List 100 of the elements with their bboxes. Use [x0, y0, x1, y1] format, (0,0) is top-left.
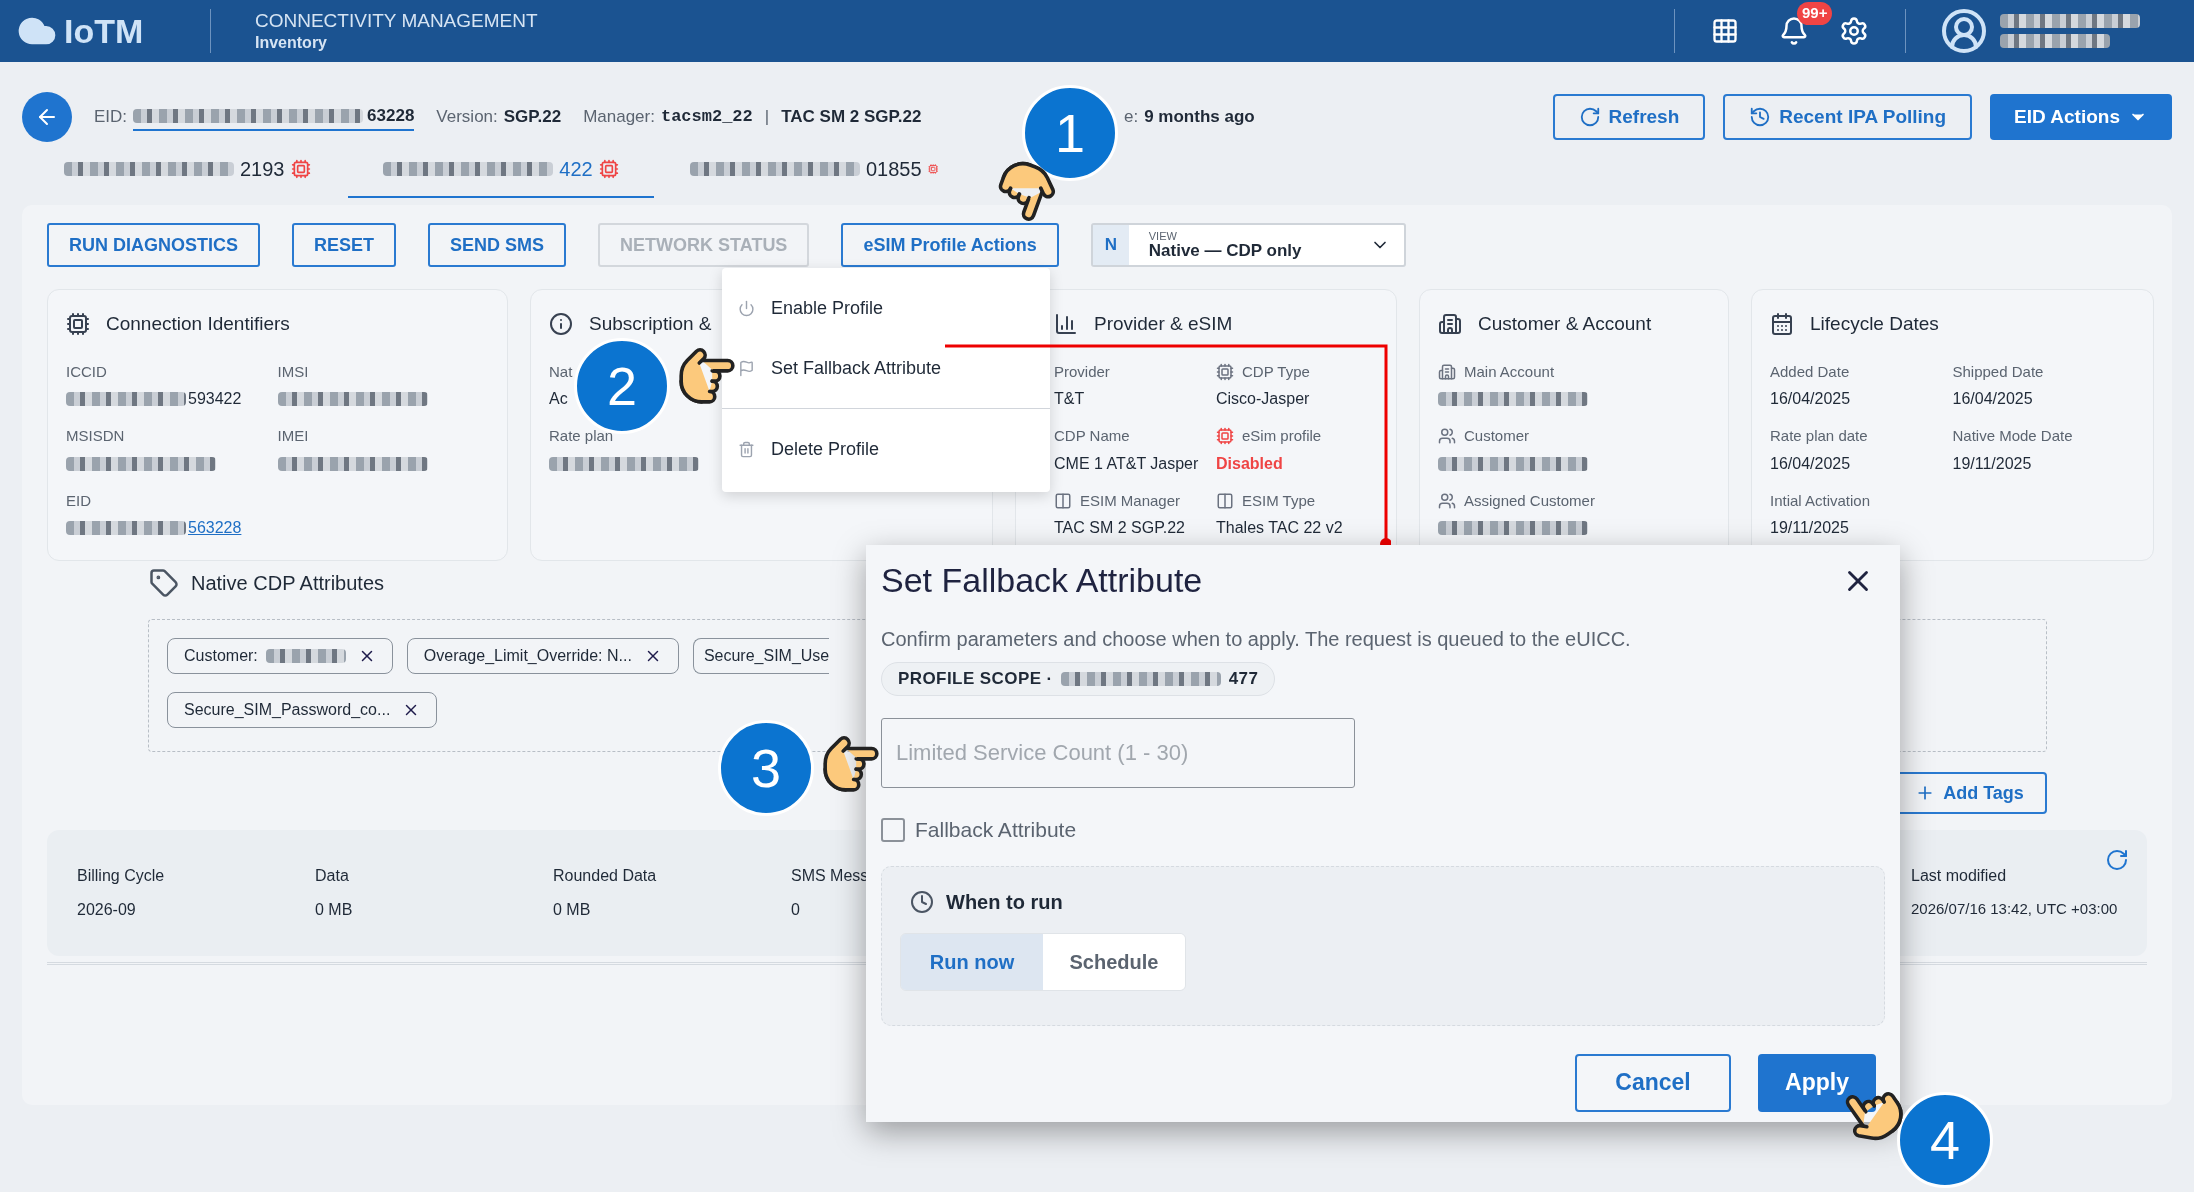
trash-icon — [738, 440, 755, 458]
profile-tab[interactable]: 2193 — [48, 142, 328, 198]
separator: | — [764, 106, 770, 129]
dialog-button[interactable]: Cancel — [1575, 1053, 1731, 1112]
usage-label: Data — [315, 866, 349, 886]
profile-tab[interactable]: 01855 — [674, 142, 954, 198]
refresh-icon[interactable] — [2105, 848, 2129, 872]
step-number-badge: 1 — [1022, 85, 1118, 181]
chip-icon — [1216, 427, 1234, 446]
profile-tab[interactable]: 422 — [348, 142, 654, 198]
chip-icon — [598, 159, 619, 179]
field-label: Shipped Date — [1952, 361, 2044, 382]
history-icon — [1749, 106, 1772, 128]
checkbox-label: Fallback Attribute — [915, 817, 1077, 843]
power-icon — [738, 299, 755, 317]
settings-icon[interactable] — [1839, 16, 1869, 46]
sim-card-icon — [66, 312, 90, 337]
page-title: CONNECTIVITY MANAGEMENT — [255, 9, 538, 33]
clock-icon — [910, 889, 934, 914]
field-value: CME 1 AT&T Jasper — [1054, 453, 1199, 474]
field-label: Native Mode Date — [1952, 426, 2073, 446]
version-value: SGP.22 — [503, 106, 562, 129]
eid-label: EID: — [94, 106, 128, 129]
field-label: Provider — [1054, 361, 1110, 382]
version-label: Version: — [436, 106, 498, 129]
toolbar-button[interactable]: Refresh — [1552, 94, 1706, 140]
field-value: 16/04/2025 — [1952, 389, 2033, 409]
apps-grid-icon[interactable] — [1711, 17, 1739, 45]
manager-value: tacsm2_22 — [660, 106, 753, 129]
section-title: Native CDP Attributes — [191, 571, 385, 596]
field-value: Thales TAC 22 v2 — [1216, 518, 1343, 538]
chip-icon — [290, 159, 311, 179]
usage-label: Last modified — [1911, 866, 2007, 886]
age-label: e: — [1124, 106, 1139, 129]
columns-icon — [1054, 491, 1072, 510]
attribute-tag[interactable]: Overage_Limit_Override: N... — [406, 638, 679, 674]
card-title: Subscription & — [589, 312, 712, 336]
field-value: 19/11/2025 — [1952, 453, 2032, 474]
field-value: 16/04/2025 — [1770, 453, 1851, 474]
profile-scope-chip: PROFILE SCOPE · 477 — [881, 662, 1276, 696]
chip-icon — [1216, 362, 1234, 381]
info-icon — [549, 312, 573, 337]
eid-value: 63228 — [367, 105, 415, 128]
usage-value: 0 MB — [553, 900, 591, 920]
field-label: eSim profile — [1242, 426, 1322, 446]
field-label: CDP Type — [1242, 361, 1310, 382]
field-value: Disabled — [1216, 453, 1283, 474]
section-title: When to run — [946, 889, 1063, 915]
columns-icon — [1216, 491, 1234, 510]
field-value: T&T — [1054, 389, 1085, 409]
field-value: 19/11/2025 — [1770, 518, 1849, 538]
calendar-icon — [1770, 312, 1794, 337]
usage-label: Rounded Data — [553, 866, 657, 886]
field-label: CDP Name — [1054, 426, 1130, 446]
segment-option[interactable]: Run now — [901, 933, 1043, 990]
notification-count: 99+ — [1797, 2, 1833, 25]
field-label: Nat — [549, 361, 573, 382]
card-title: Connection Identifiers — [106, 312, 290, 336]
page-subtitle: Inventory — [255, 32, 328, 53]
eid-link[interactable]: 563228 — [188, 516, 242, 540]
toolbar-button[interactable]: Recent IPA Polling — [1723, 94, 1973, 140]
attribute-tag[interactable]: Secure_SIM_Password_co... — [167, 692, 438, 728]
attribute-tag[interactable]: Customer: — [167, 638, 393, 674]
building-icon — [1438, 362, 1456, 381]
action-button[interactable]: eSIM Profile Actions — [841, 223, 1059, 267]
field-label: MSISDN — [66, 426, 125, 446]
age-value: 9 months ago — [1144, 106, 1255, 129]
limited-service-count-field[interactable]: Limited Service Count (1 - 30) — [881, 718, 1355, 788]
app-name: IoTM — [64, 10, 144, 52]
manager-detail: TAC SM 2 SGP.22 — [781, 106, 922, 129]
user-avatar-icon[interactable] — [1940, 7, 1988, 55]
usage-value: 0 — [791, 900, 800, 920]
view-select[interactable]: N VIEW Native — CDP only — [1090, 223, 1406, 267]
field-label: Customer — [1464, 426, 1530, 446]
action-button[interactable]: RUN DIAGNOSTICS — [47, 223, 260, 267]
flag-icon — [738, 359, 755, 377]
building-icon — [1438, 312, 1462, 337]
manager-label: Manager: — [583, 106, 655, 129]
back-button[interactable] — [22, 92, 72, 142]
checkbox[interactable] — [881, 817, 905, 842]
card-title: Provider & eSIM — [1094, 312, 1233, 336]
tag-icon — [147, 568, 181, 598]
attribute-tag[interactable]: Secure_SIM_Use — [692, 638, 830, 674]
menu-item[interactable]: Delete Profile — [722, 419, 1050, 479]
action-button[interactable]: RESET — [292, 223, 397, 267]
segment-option[interactable]: Schedule — [1043, 933, 1185, 990]
menu-item[interactable]: Enable Profile — [722, 278, 1050, 338]
field-label: ICCID — [66, 361, 107, 382]
notification-bell-icon[interactable] — [1779, 16, 1809, 46]
field-label: ESIM Type — [1242, 490, 1316, 511]
menu-item[interactable]: Set Fallback Attribute — [722, 338, 1050, 398]
field-value: TAC SM 2 SGP.22 — [1054, 518, 1185, 538]
step-number-badge: 4 — [1897, 1092, 1993, 1188]
action-button[interactable]: SEND SMS — [428, 223, 567, 267]
dialog-button[interactable]: Apply — [1758, 1053, 1876, 1112]
field-value: 16/04/2025 — [1770, 389, 1851, 409]
pointing-hand-icon — [820, 733, 882, 795]
field-label: ESIM Manager — [1080, 490, 1181, 511]
eid-actions-dropdown[interactable]: EID Actions — [1990, 94, 2172, 140]
field-label: IMEI — [277, 426, 309, 446]
